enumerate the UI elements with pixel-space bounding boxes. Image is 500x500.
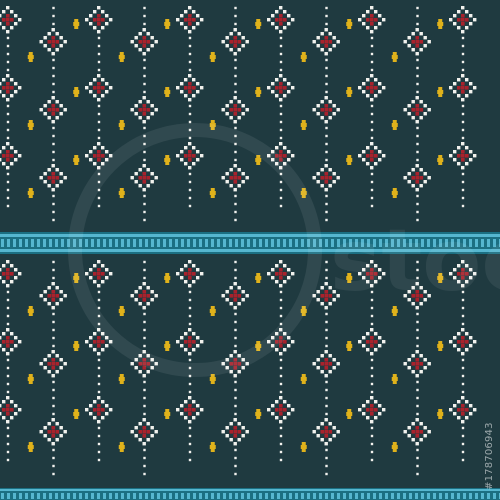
pattern-canvas: stock #178706943 xyxy=(0,0,500,500)
ethnic-pattern: stock xyxy=(0,0,500,500)
stock-id-text: #178706943 xyxy=(484,422,495,490)
svg-text:stock: stock xyxy=(330,211,500,311)
border-stripe-bottom xyxy=(0,488,500,500)
